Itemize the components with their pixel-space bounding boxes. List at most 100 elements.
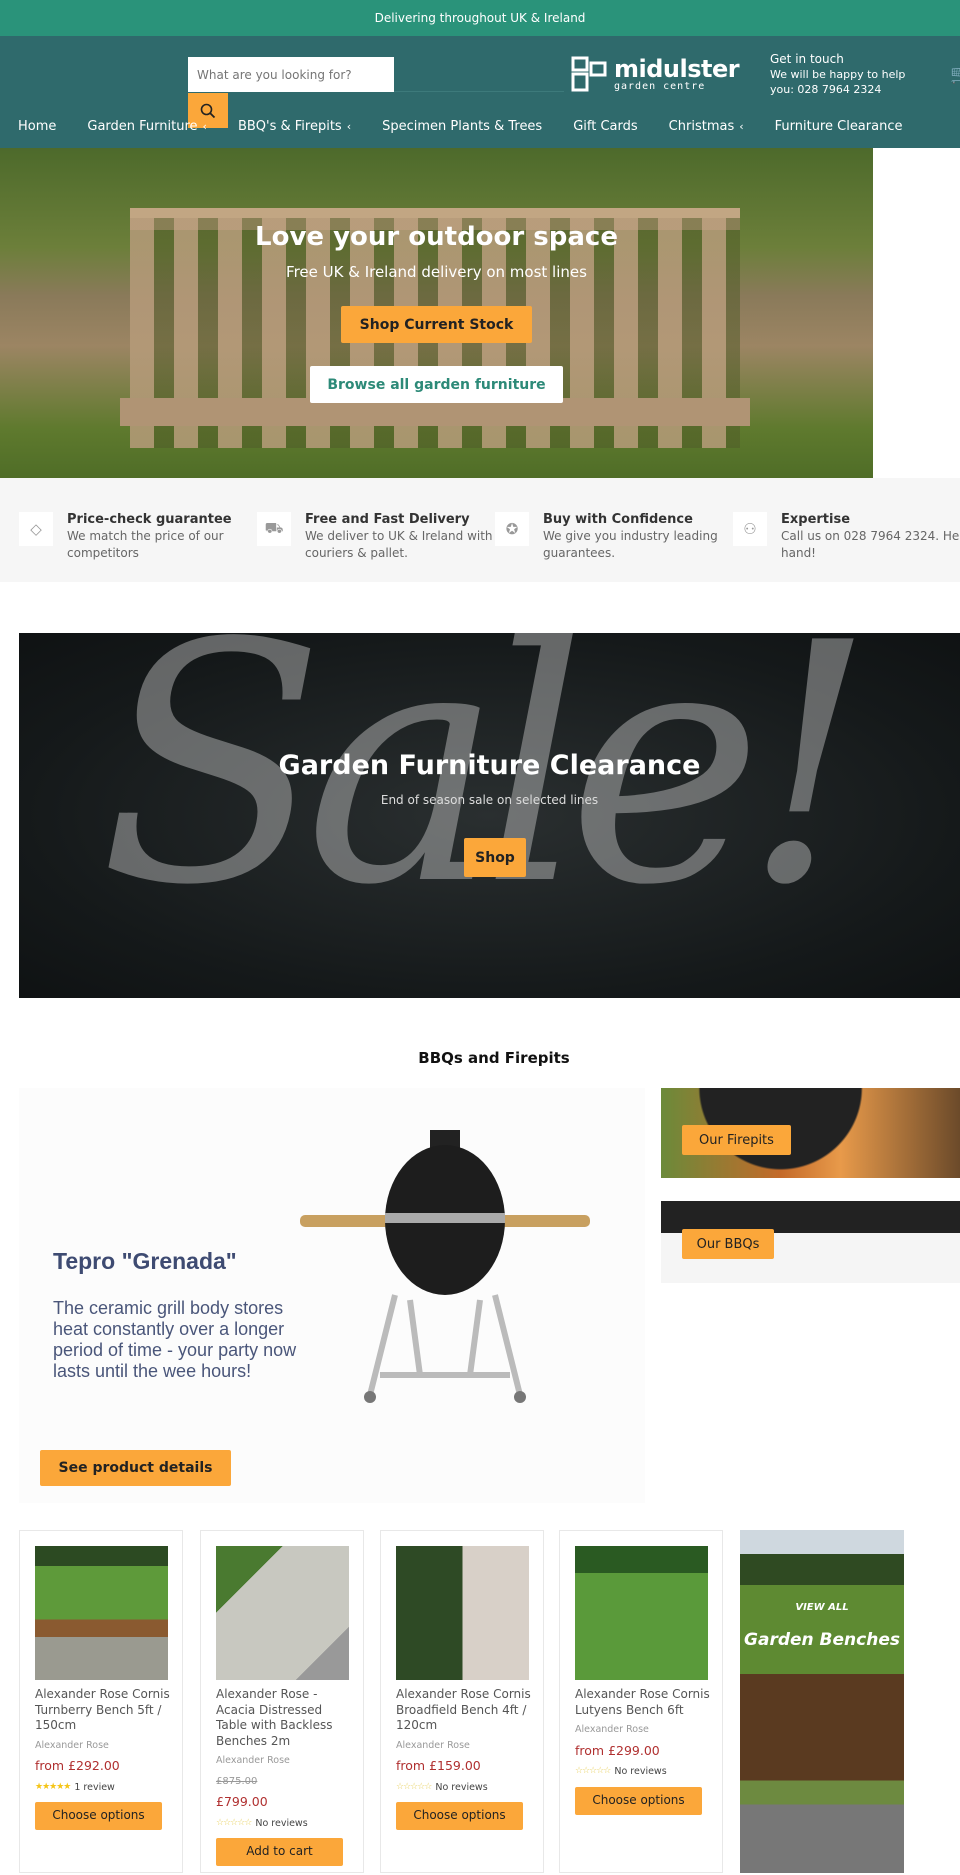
feature-expertise: ⚇ Expertise Call us on 028 7964 2324. Help… — [733, 512, 960, 562]
garden-benches-banner[interactable]: VIEW ALL Garden Benches — [740, 1530, 904, 1873]
nav-item-furniture-clearance[interactable]: Furniture Clearance — [757, 116, 916, 138]
contact-line: We will be happy to help — [770, 68, 906, 81]
feature-text: We match the price of our — [67, 529, 224, 543]
search-input-extension[interactable] — [394, 57, 564, 92]
feature-confidence: ✪ Buy with Confidence We give you industry… — [495, 512, 730, 562]
shop-current-stock-button[interactable]: Shop Current Stock — [341, 306, 532, 343]
product-card[interactable]: Alexander Rose Cornis Turnberry Bench 5f… — [19, 1530, 183, 1873]
sale-shop-button[interactable]: Shop — [464, 838, 526, 877]
nav-label: Furniture Clearance — [774, 119, 903, 134]
product-image[interactable] — [575, 1546, 708, 1680]
cart-icon[interactable]: 🛒 — [950, 64, 960, 85]
leaf-logo-icon — [571, 56, 607, 92]
product-action-button[interactable]: Choose options — [575, 1786, 702, 1815]
chevron-icon: ‹ — [346, 120, 352, 133]
main-nav: Home Garden Furniture ‹ BBQ's & Firepits ‹… — [0, 116, 915, 138]
nav-item-christmas[interactable]: Christmas ‹ — [651, 116, 757, 138]
product-action-button[interactable]: Choose options — [396, 1802, 523, 1830]
guarantee-badge-icon: ✪ — [495, 512, 529, 546]
view-all-label: VIEW ALL — [795, 1602, 849, 1613]
feature-text: Call us on 028 7964 2324. Help at — [781, 529, 960, 543]
product-vendor: Alexander Rose — [35, 1739, 109, 1751]
product-card[interactable]: Alexander Rose Cornis Lutyens Bench 6ft … — [559, 1530, 723, 1873]
product-card[interactable]: Alexander Rose Cornis Broadfield Bench 4… — [380, 1530, 544, 1873]
nav-item-gift-cards[interactable]: Gift Cards — [555, 116, 650, 138]
search-input[interactable] — [188, 57, 394, 92]
delivery-truck-icon: ⛟ — [257, 512, 291, 546]
nav-item-bbqs-firepits[interactable]: BBQ's & Firepits ‹ — [220, 116, 364, 138]
product-image[interactable] — [396, 1546, 529, 1680]
support-person-icon: ⚇ — [733, 512, 767, 546]
nav-item-garden-furniture[interactable]: Garden Furniture ‹ — [69, 116, 220, 138]
product-price: £799.00 — [216, 1794, 268, 1809]
product-vendor: Alexander Rose — [216, 1755, 290, 1766]
our-firepits-button[interactable]: Our Firepits — [682, 1125, 791, 1155]
contact-title: Get in touch — [770, 52, 844, 66]
review-count: No reviews — [614, 1766, 667, 1777]
product-name[interactable]: Alexander Rose Cornis Broadfield Bench 4… — [396, 1687, 536, 1734]
product-vendor: Alexander Rose — [575, 1724, 649, 1735]
feature-price-check: ◇ Price-check guarantee We match the price… — [19, 512, 254, 562]
star-rating-icon: ☆☆☆☆☆ — [396, 1781, 432, 1792]
sale-title: Garden Furniture Clearance — [278, 750, 701, 781]
nav-label: Garden Furniture — [87, 119, 198, 134]
review-count: 1 review — [74, 1781, 115, 1793]
sale-subtitle: End of season sale on selected lines — [380, 793, 599, 807]
feature-delivery: ⛟ Free and Fast Delivery We deliver to UK … — [257, 512, 493, 562]
nav-label: Christmas — [668, 119, 735, 134]
review-count: No reviews — [255, 1817, 308, 1829]
feature-title: Buy with Confidence — [543, 512, 693, 527]
feature-title: Free and Fast Delivery — [305, 512, 470, 527]
product-image[interactable] — [216, 1546, 349, 1680]
feature-title: Price-check guarantee — [67, 512, 232, 527]
logo-text: midulster — [614, 54, 740, 83]
promo-text: The ceramic grill body stores heat const… — [53, 1298, 297, 1381]
nav-label: Gift Cards — [573, 119, 638, 134]
product-price: from £292.00 — [35, 1758, 120, 1773]
chevron-icon: ‹ — [202, 120, 207, 133]
star-rating-icon: ☆☆☆☆☆ — [216, 1817, 252, 1828]
nav-label: Specimen Plants & Trees — [382, 119, 543, 134]
nav-item-specimen-plants[interactable]: Specimen Plants & Trees — [364, 116, 555, 138]
product-name[interactable]: Alexander Rose Cornis Lutyens Bench 6ft — [575, 1687, 715, 1718]
section-heading: BBQs and Firepits — [418, 1049, 570, 1067]
star-rating-icon: ☆☆☆☆☆ — [575, 1766, 611, 1776]
feature-text: guarantees. — [543, 546, 616, 560]
contact-phone[interactable]: you: 028 7964 2324 — [770, 82, 905, 97]
chevron-icon: ‹ — [739, 120, 744, 133]
price-tag-icon: ◇ — [19, 512, 53, 546]
nav-label: Home — [18, 119, 57, 134]
product-action-button[interactable]: Choose options — [35, 1802, 162, 1830]
feature-text: We deliver to UK & Ireland with — [305, 529, 493, 543]
product-price: from £159.00 — [396, 1758, 481, 1773]
sale-banner: Sale! — [19, 633, 960, 998]
hero-subtitle: Free UK & Ireland delivery on most lines — [286, 263, 587, 281]
our-bbqs-button[interactable]: Our BBQs — [682, 1229, 774, 1259]
promo-title: Tepro "Grenada" — [53, 1248, 237, 1274]
product-price: from £299.00 — [575, 1742, 660, 1758]
feature-text: competitors — [67, 546, 139, 560]
contact-info: Get in touch We will be happy to help yo… — [770, 52, 905, 97]
nav-label: BBQ's & Firepits — [237, 119, 342, 134]
product-card[interactable]: Alexander Rose - Acacia Distressed Table… — [200, 1530, 364, 1873]
feature-text: couriers & pallet. — [305, 546, 408, 560]
features-bar: ◇ Price-check guarantee We match the price… — [0, 478, 960, 582]
product-action-button[interactable]: Add to cart — [216, 1838, 343, 1866]
kamado-grill-image — [300, 1130, 590, 1403]
product-vendor: Alexander Rose — [396, 1739, 470, 1751]
feature-text: hand! — [781, 546, 816, 560]
product-name[interactable]: Alexander Rose - Acacia Distressed Table… — [216, 1687, 356, 1749]
logo[interactable]: midulster garden centre — [570, 54, 740, 93]
nav-item-home[interactable]: Home — [0, 116, 69, 138]
feature-text: We give you industry leading — [543, 529, 718, 543]
product-image[interactable] — [35, 1546, 168, 1680]
hero-title: Love your outdoor space — [255, 222, 618, 252]
browse-furniture-button[interactable]: Browse all garden furniture — [310, 366, 563, 403]
announcement-bar: Delivering throughout UK & Ireland — [0, 0, 960, 36]
star-rating-icon: ★★★★★ — [35, 1781, 71, 1792]
product-was-price: £875.00 — [216, 1775, 258, 1787]
review-count: No reviews — [435, 1781, 488, 1793]
see-product-details-button[interactable]: See product details — [40, 1450, 231, 1486]
feature-title: Expertise — [781, 512, 851, 527]
product-name[interactable]: Alexander Rose Cornis Turnberry Bench 5f… — [35, 1687, 175, 1734]
